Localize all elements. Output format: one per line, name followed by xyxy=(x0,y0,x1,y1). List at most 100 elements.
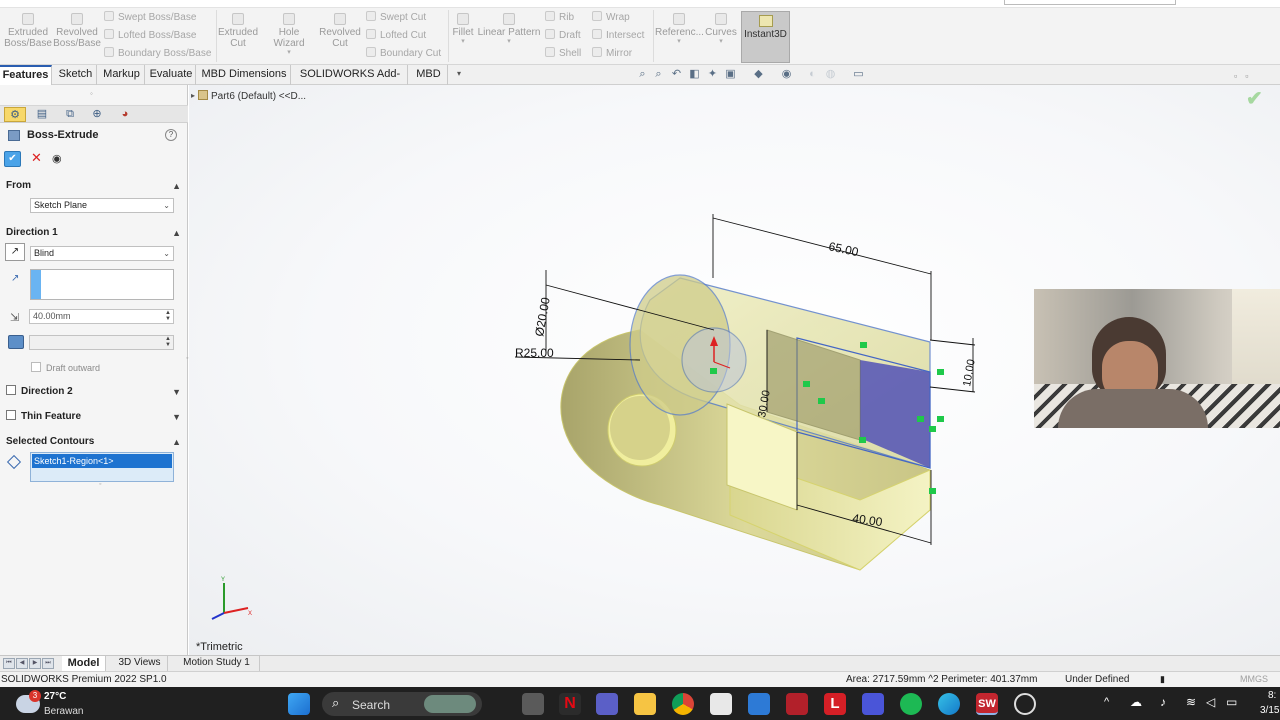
zoom-to-area-icon[interactable]: ⌕ xyxy=(652,68,665,81)
from-select[interactable]: Sketch Plane ⌄ xyxy=(30,198,174,213)
extruded-boss-button[interactable]: Extruded Boss/Base xyxy=(4,13,52,49)
collapse-chevron-icon[interactable]: ▲ xyxy=(172,177,181,195)
help-icon[interactable]: ? xyxy=(165,129,177,141)
shell-button[interactable]: Shell xyxy=(545,45,581,63)
contour-list-item[interactable]: Sketch1-Region<1> xyxy=(32,454,172,468)
volume-icon[interactable]: ◁ xyxy=(1206,695,1215,709)
zoom-to-fit-icon[interactable]: ⌕ xyxy=(636,68,649,81)
linear-pattern-button[interactable]: Linear Pattern ▾ xyxy=(477,13,541,46)
first-tab-icon[interactable]: ⏮ xyxy=(3,658,15,669)
draft-outward-checkbox[interactable]: Draft outward xyxy=(31,362,100,373)
windows-start-icon[interactable] xyxy=(288,693,310,715)
lofted-cut-button[interactable]: Lofted Cut xyxy=(366,27,426,45)
ok-check-icon[interactable]: ✔ xyxy=(4,151,21,167)
model-viewport[interactable]: 65.00 Ø20.00 R25.00 10.00 30.00 40.00 xyxy=(505,205,985,580)
rebuild-icon[interactable]: ▮ xyxy=(1160,672,1165,687)
boundary-cut-button[interactable]: Boundary Cut xyxy=(366,45,441,63)
prev-tab-icon[interactable]: ◀ xyxy=(16,658,28,669)
mirror-button[interactable]: Mirror xyxy=(592,45,632,63)
thin-feature-section-header[interactable]: Thin Feature ▼ xyxy=(0,408,188,426)
draft-button[interactable]: Draft xyxy=(545,27,581,45)
hole-wizard-button[interactable]: Hole Wizard ▾ xyxy=(262,13,316,57)
panel-grip-icon[interactable]: ◦ xyxy=(90,89,93,98)
app-icon-a[interactable] xyxy=(748,693,770,715)
display-manager-tab-icon[interactable]: ◕ xyxy=(114,107,136,122)
expand-chevron-icon[interactable]: ▼ xyxy=(172,383,181,401)
thin-feature-checkbox[interactable] xyxy=(6,410,16,420)
edge-icon[interactable] xyxy=(938,693,960,715)
swept-cut-button[interactable]: Swept Cut xyxy=(366,9,426,27)
reference-geometry-button[interactable]: Referenc... ▾ xyxy=(655,13,704,46)
confirmation-corner-ok-icon[interactable]: ✔ xyxy=(1246,86,1263,111)
microsoft-store-icon[interactable] xyxy=(710,693,732,715)
edit-appearance-icon[interactable]: ◐ xyxy=(806,68,819,81)
taskbar-search[interactable]: ⌕ Search xyxy=(322,692,482,716)
tab-features[interactable]: Features xyxy=(0,65,52,85)
file-explorer-icon[interactable] xyxy=(634,693,656,715)
dim-length-65[interactable]: 65.00 xyxy=(827,239,860,259)
dim-radius-25[interactable]: R25.00 xyxy=(515,346,554,360)
section-view-icon[interactable]: ◧ xyxy=(688,68,701,81)
solidworks-icon[interactable]: SW xyxy=(976,693,998,715)
depth-input[interactable]: 40.00mm ▲ ▼ xyxy=(29,309,174,324)
intersect-button[interactable]: Intersect xyxy=(592,27,644,45)
view-settings-icon[interactable]: ▭ xyxy=(852,68,865,81)
clock-time[interactable]: 8: xyxy=(1268,690,1276,701)
contours-list[interactable]: Sketch1-Region<1> xyxy=(30,452,174,482)
cancel-x-icon[interactable]: ✕ xyxy=(31,151,42,165)
obs-icon[interactable] xyxy=(1014,693,1036,715)
rib-button[interactable]: Rib xyxy=(545,9,574,27)
previous-view-icon[interactable]: ↶ xyxy=(670,68,683,81)
selected-contours-section-header[interactable]: Selected Contours ▲ xyxy=(0,433,188,451)
dimxpert-manager-tab-icon[interactable]: ⊕ xyxy=(86,107,108,122)
app-icon-l[interactable]: L xyxy=(824,693,846,715)
direction1-section-header[interactable]: Direction 1 ▲ xyxy=(0,224,188,242)
feature-manager-tab-icon[interactable]: ⚙ xyxy=(4,107,26,122)
onedrive-icon[interactable]: ☁ xyxy=(1130,695,1142,709)
reverse-direction-icon[interactable]: ↗ xyxy=(5,243,25,261)
clock-date[interactable]: 3/15 xyxy=(1260,705,1279,716)
fillet-dropdown-icon[interactable]: ▾ xyxy=(450,38,476,46)
units-system[interactable]: MMGS xyxy=(1240,672,1268,687)
tray-chevron-icon[interactable]: ^ xyxy=(1104,696,1109,708)
reference-dropdown-icon[interactable]: ▾ xyxy=(655,38,703,46)
list-resize-grip-icon[interactable]: ◦ xyxy=(99,481,101,488)
help-search-box[interactable] xyxy=(1004,0,1176,5)
revolved-cut-button[interactable]: Revolved Cut xyxy=(318,13,362,49)
weather-condition[interactable]: Berawan xyxy=(44,706,83,717)
curves-button[interactable]: Curves ▾ xyxy=(704,13,738,46)
tab-3d-views[interactable]: 3D Views xyxy=(112,656,168,671)
task-view-icon[interactable] xyxy=(522,693,544,715)
tab-model[interactable]: Model xyxy=(62,656,106,671)
chrome-icon[interactable] xyxy=(672,693,694,715)
configuration-manager-tab-icon[interactable]: ⧉ xyxy=(59,107,81,122)
flyout-feature-tree[interactable]: Part6 (Default) <<D... xyxy=(193,90,306,102)
fillet-button[interactable]: Fillet ▾ xyxy=(450,13,476,46)
weather-temperature[interactable]: 27°C xyxy=(44,691,66,702)
display-style-icon[interactable]: ◆ xyxy=(752,68,765,81)
draft-on-off-icon[interactable] xyxy=(8,335,24,349)
netflix-icon[interactable]: N xyxy=(559,693,581,715)
tab-evaluate[interactable]: Evaluate xyxy=(147,65,196,85)
next-tab-icon[interactable]: ▶ xyxy=(29,658,41,669)
preview-eye-icon[interactable]: ◉ xyxy=(52,152,62,165)
spinner-icon[interactable]: ▲ ▼ xyxy=(165,336,171,348)
tab-sketch[interactable]: Sketch xyxy=(55,65,97,85)
battery-icon[interactable]: ▭ xyxy=(1226,695,1237,709)
tab-solidworks-addins[interactable]: SOLIDWORKS Add-Ins xyxy=(293,65,408,99)
instant3d-button[interactable]: Instant3D xyxy=(741,11,790,63)
property-manager-tab-icon[interactable]: ▤ xyxy=(31,107,53,122)
window-restore-icon[interactable]: ▫▫ xyxy=(1234,71,1256,81)
dynamic-annotation-icon[interactable]: ✦ xyxy=(706,68,719,81)
linear-pattern-dropdown-icon[interactable]: ▾ xyxy=(477,38,541,46)
wifi-icon[interactable]: ≋ xyxy=(1186,695,1196,709)
tab-mbd[interactable]: MBD xyxy=(410,65,448,85)
wrap-button[interactable]: Wrap xyxy=(592,9,630,27)
teams-icon[interactable] xyxy=(596,693,618,715)
tabs-overflow-icon[interactable]: ▾ xyxy=(457,69,461,78)
lofted-boss-button[interactable]: Lofted Boss/Base xyxy=(104,27,196,45)
apply-scene-icon[interactable]: ◍ xyxy=(824,68,837,81)
draft-outward-check[interactable] xyxy=(31,362,41,372)
hide-show-items-icon[interactable]: ◉ xyxy=(780,68,793,81)
mcafee-icon[interactable] xyxy=(786,693,808,715)
